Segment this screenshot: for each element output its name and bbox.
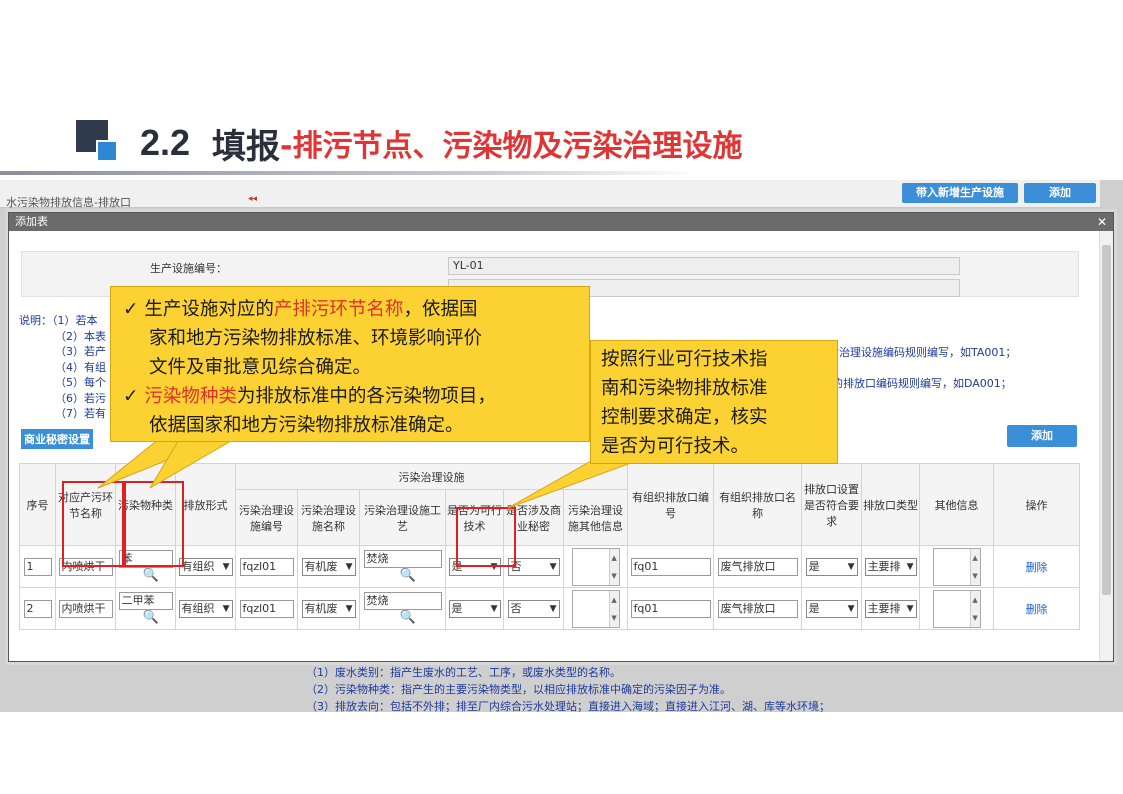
check-icon: ✓	[123, 386, 139, 407]
callout-right: 按照行业可行技术指 南和污染物排放标准 控制要求确定，核实 是否为可行技术。	[590, 340, 838, 464]
callout-left: ✓ 生产设施对应的产排污环节名称，依据国 家和地方污染物排放标准、环境影响评价 …	[110, 286, 590, 442]
check-icon: ✓	[123, 299, 139, 320]
